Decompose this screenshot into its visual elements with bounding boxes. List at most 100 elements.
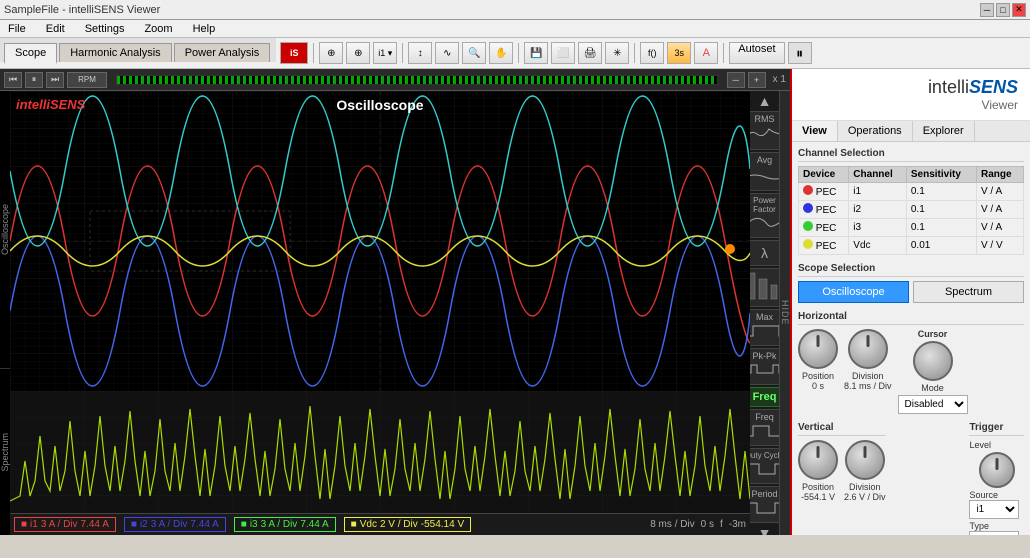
tab-harmonic-analysis[interactable]: Harmonic Analysis (59, 43, 171, 62)
channel-btn-1[interactable]: ⊕ (319, 42, 343, 64)
maximize-button[interactable]: □ (996, 3, 1010, 17)
period-icon (750, 499, 779, 517)
forward-button[interactable]: ⏭ (46, 72, 64, 88)
print-btn[interactable]: 🖨 (578, 42, 602, 64)
stop-button[interactable]: RPM (67, 72, 107, 88)
trigger-type-select[interactable]: RisingFalling (969, 531, 1019, 535)
h-division-knob[interactable] (848, 329, 888, 369)
minimize-button[interactable]: ─ (980, 3, 994, 17)
close-button[interactable]: ✕ (1012, 3, 1026, 17)
time-zero-status: 0 s (701, 519, 714, 530)
cursor-title: Cursor (918, 329, 948, 339)
trigger-level-knob[interactable] (979, 452, 1015, 488)
waveform-icon-button[interactable] (750, 268, 779, 307)
freq-button[interactable]: Freq (750, 409, 779, 446)
toolbar: iS ⊕ ⊕ i1 ▾ ↕ ∿ 🔍 ✋ 💾 ⬜ 🖨 ✳ f() 3s A Aut… (276, 38, 1030, 68)
duty-cycle-label: Duty Cycle (750, 451, 779, 460)
hide-panel-button[interactable]: HIDE (779, 91, 790, 535)
lambda-button[interactable]: λ (750, 240, 779, 266)
v-division-knob[interactable] (845, 440, 885, 480)
ch-i2-name: i2 (140, 519, 148, 530)
channel-selection-section: Channel Selection Device Channel Sensiti… (798, 148, 1024, 255)
h-division-value: 8.1 ms / Div (844, 381, 892, 391)
trigger-level-label: Level (969, 440, 991, 450)
freq-display-label: Freq (750, 391, 779, 403)
menu-edit[interactable]: Edit (42, 23, 69, 35)
freq-display[interactable]: Freq (750, 387, 779, 407)
v-position-knob[interactable] (798, 440, 838, 480)
settings-btn[interactable]: ✳ (605, 42, 629, 64)
menu-settings[interactable]: Settings (81, 23, 129, 35)
freq-3s-btn[interactable]: 3s (667, 42, 691, 64)
export-btn[interactable]: ⬜ (551, 42, 575, 64)
rms-label: RMS (750, 114, 779, 124)
vertical-section: Vertical Position -554.1 V Division 2.6 … (798, 422, 1024, 535)
tab-power-analysis[interactable]: Power Analysis (174, 43, 271, 62)
save-btn[interactable]: 💾 (524, 42, 548, 64)
waveform-icon (750, 271, 779, 301)
max-button[interactable]: Max (750, 309, 779, 346)
channel-i2-status: ■ i2 3 A / Div 7.44 A (124, 517, 226, 532)
intellisens-icon[interactable]: iS (280, 42, 308, 64)
menu-file[interactable]: File (4, 23, 30, 35)
rewind-button[interactable]: ⏮ (4, 72, 22, 88)
cursor-mode-label: Mode (921, 383, 944, 393)
zoom-btn[interactable]: 🔍 (462, 42, 486, 64)
period-label: Period (750, 489, 779, 499)
pkpk-button[interactable]: Pk-Pk (750, 348, 779, 385)
duty-cycle-button[interactable]: Duty Cycle (750, 448, 779, 484)
menu-zoom[interactable]: Zoom (140, 23, 176, 35)
power-factor-button[interactable]: Power Factor (750, 193, 779, 238)
ch-vdc-scale: 2 V / Div (380, 519, 418, 530)
cursor-knob[interactable] (913, 341, 953, 381)
scroll-up-button[interactable]: ▲ (758, 93, 772, 109)
logo-area: intelliSENS Viewer (792, 69, 1030, 121)
spectrum-button[interactable]: Spectrum (913, 281, 1024, 303)
zoom-minus-button[interactable]: ─ (727, 72, 745, 88)
channel-row-2[interactable]: PEC i3 0.1 V / A (799, 219, 1024, 237)
i1-btn[interactable]: i1 ▾ (373, 42, 397, 64)
freq-value-status: -3m (729, 519, 746, 530)
max-label: Max (750, 312, 779, 322)
record-btn[interactable]: A (694, 42, 718, 64)
ch-i1-value: 7.44 A (81, 519, 109, 530)
scroll-down-button[interactable]: ▼ (758, 525, 772, 535)
h-division-knob-container: Division 8.1 ms / Div (844, 329, 892, 391)
cursor-btn[interactable]: ↕ (408, 42, 432, 64)
freq-label: Freq (750, 412, 779, 422)
channel-row-0[interactable]: PEC i1 0.1 V / A (799, 183, 1024, 201)
v-division-knob-container: Division 2.6 V / Div (844, 440, 886, 502)
menu-help[interactable]: Help (189, 23, 220, 35)
oscilloscope-button[interactable]: Oscilloscope (798, 281, 909, 303)
pan-btn[interactable]: ✋ (489, 42, 513, 64)
cursor-mode-select[interactable]: Disabled Single Dual (898, 395, 968, 414)
tab-scope[interactable]: Scope (4, 43, 57, 64)
period-button[interactable]: Period (750, 486, 779, 523)
rms-button[interactable]: RMS (750, 111, 779, 150)
vertical-title: Vertical (798, 422, 886, 436)
zoom-plus-button[interactable]: + (748, 72, 766, 88)
avg-button[interactable]: Avg (750, 152, 779, 191)
scope-selection-section: Scope Selection Oscilloscope Spectrum (798, 263, 1024, 303)
channel-btn-2[interactable]: ⊕ (346, 42, 370, 64)
play-scope-button[interactable]: ⏸ (25, 72, 43, 88)
scope-title: Oscilloscope (336, 97, 423, 113)
channel-row-3[interactable]: PEC Vdc 0.01 V / V (799, 237, 1024, 255)
scope-right-sidebar: ▲ RMS Avg Power Factor λ (750, 91, 779, 535)
panel-tab-view[interactable]: View (792, 121, 838, 141)
autoset-button[interactable]: Autoset (729, 42, 784, 64)
pkpk-icon (750, 361, 779, 379)
play-btn[interactable]: f() (640, 42, 664, 64)
channel-row-1[interactable]: PEC i2 0.1 V / A (799, 201, 1024, 219)
logo: intelliSENS (804, 77, 1018, 98)
logo-intelli: intelli (928, 77, 969, 97)
trigger-source-select[interactable]: i1i2i3Vdc (969, 500, 1019, 519)
pause-button[interactable]: ⏸ (788, 42, 812, 64)
panel-tab-operations[interactable]: Operations (838, 121, 913, 141)
ch-i2-value: 7.44 A (190, 519, 218, 530)
panel-tab-explorer[interactable]: Explorer (913, 121, 975, 141)
measure-btn[interactable]: ∿ (435, 42, 459, 64)
title-bar: SampleFile - intelliSENS Viewer ─ □ ✕ (0, 0, 1030, 20)
h-position-knob[interactable] (798, 329, 838, 369)
panel-content: Channel Selection Device Channel Sensiti… (792, 142, 1030, 535)
